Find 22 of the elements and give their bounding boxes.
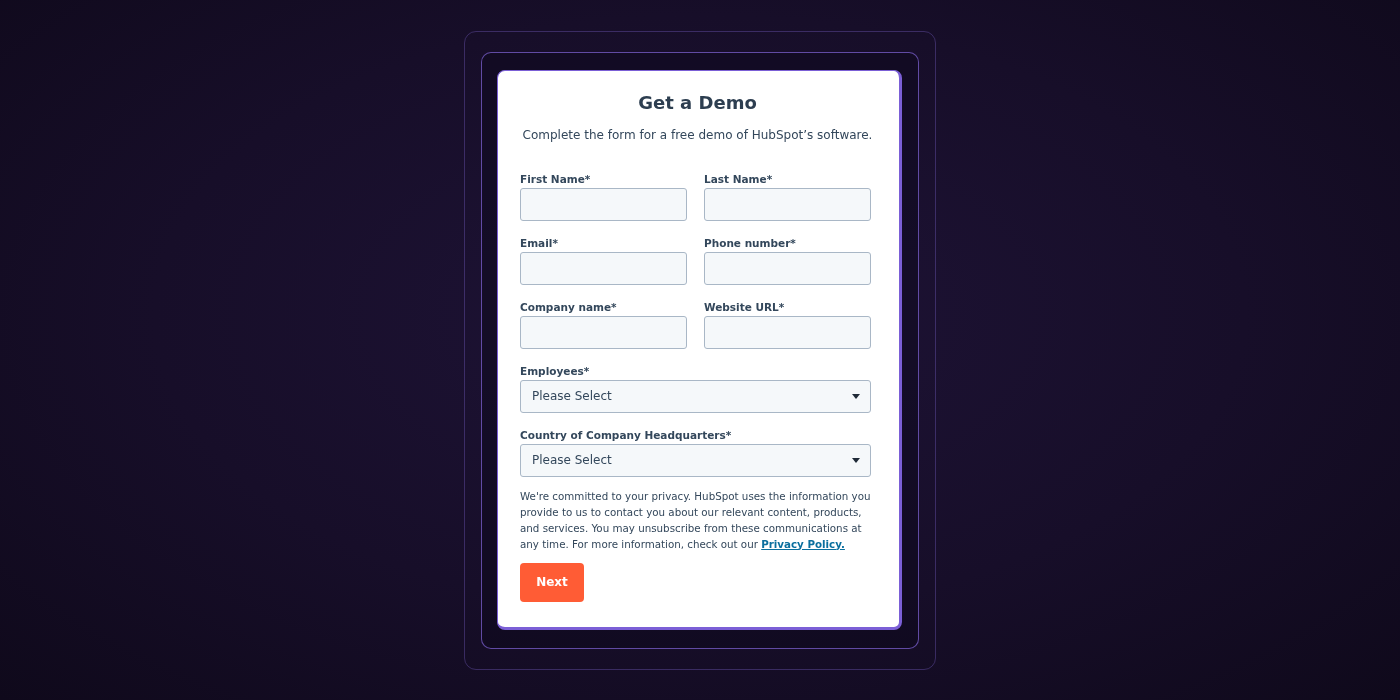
field-label: Employees* <box>520 363 591 378</box>
field-label: Company name* <box>520 299 618 314</box>
field-label: Country of Company Headquarters* <box>520 427 733 442</box>
field-label: Phone number* <box>704 235 797 250</box>
caret-icon <box>852 457 860 463</box>
input-field[interactable] <box>704 315 871 349</box>
field-label: Website URL* <box>704 299 786 314</box>
dropdown-select[interactable]: Please Select <box>520 379 871 413</box>
privacy-notice: We're committed to your privacy. HubSpot uses the information you provide to us to contact you about our relevant content, products, and services. You may unsubscribe from these communications at any time. For more information, check out our Privacy Policy. <box>520 488 872 552</box>
form-subtitle: Complete the form for a free demo of HubSpot’s software. <box>521 126 874 143</box>
caret-icon <box>852 393 860 399</box>
input-field[interactable] <box>704 187 871 221</box>
dropdown-select[interactable]: Please Select <box>520 443 871 477</box>
input-field[interactable] <box>520 251 687 285</box>
field-label: First Name* <box>520 171 592 186</box>
field-label: Last Name* <box>704 171 774 186</box>
form-title: Get a Demo <box>637 90 758 115</box>
input-field[interactable] <box>520 315 687 349</box>
field-label: Email* <box>520 235 559 250</box>
privacy-policy-link[interactable]: Privacy Policy. <box>761 537 845 550</box>
input-field[interactable] <box>704 251 871 285</box>
input-field[interactable] <box>520 187 687 221</box>
